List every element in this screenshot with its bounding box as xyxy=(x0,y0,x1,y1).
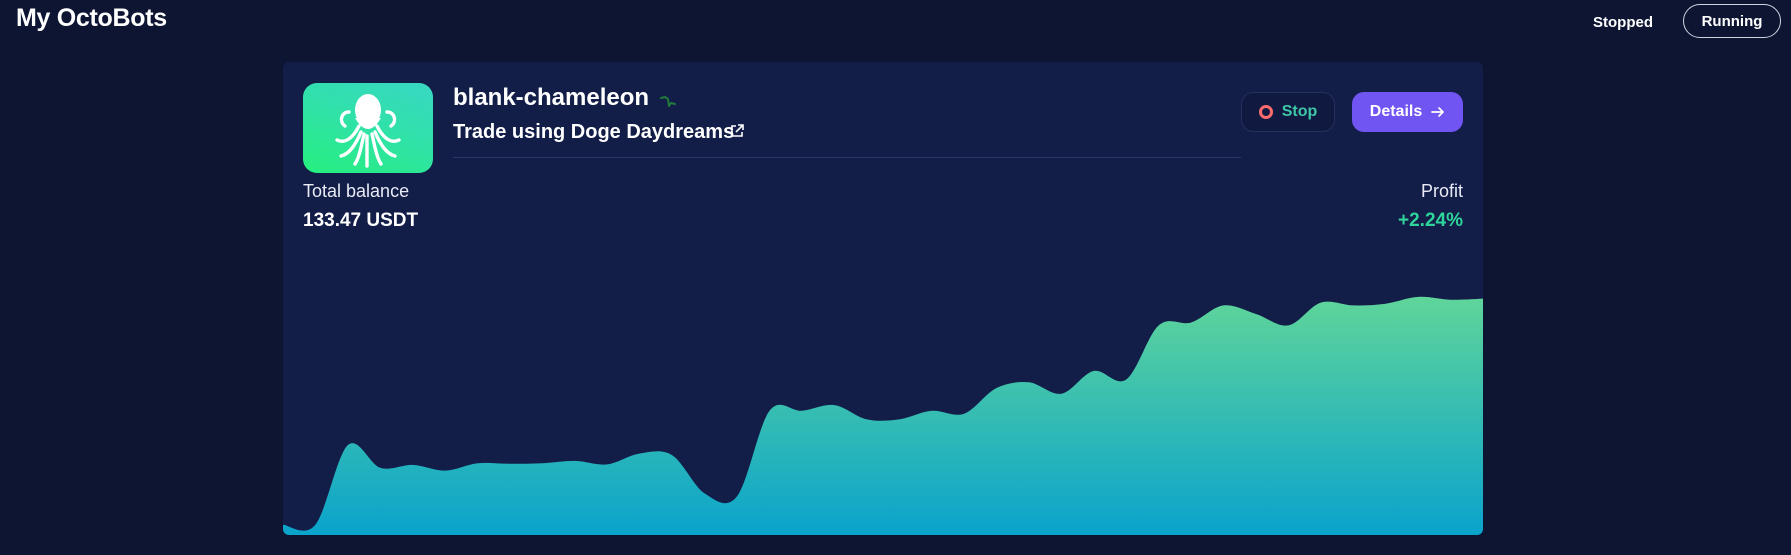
header-divider xyxy=(453,157,1241,158)
profit-value: +2.24% xyxy=(1398,210,1463,231)
strategy-link[interactable]: Trade using Doge Daydreams xyxy=(453,121,734,144)
filter-stopped-button[interactable]: Stopped xyxy=(1566,5,1680,40)
arrow-right-icon xyxy=(1431,107,1445,117)
external-link-icon[interactable] xyxy=(730,124,744,138)
stop-button[interactable]: Stop xyxy=(1241,92,1335,132)
octopus-icon xyxy=(335,94,401,168)
chart-area xyxy=(283,296,1483,535)
filter-running-button[interactable]: Running xyxy=(1683,4,1781,38)
sparkline-icon xyxy=(660,96,676,107)
details-button-label: Details xyxy=(1369,103,1423,120)
total-balance-value: 133.47 USDT xyxy=(303,210,419,231)
page-title: My OctoBots xyxy=(16,4,167,32)
profit-label: Profit xyxy=(1420,181,1463,201)
stop-circle-icon xyxy=(1258,105,1273,119)
bot-card[interactable]: blank-chameleon Trade using Doge Daydrea… xyxy=(283,62,1483,535)
bot-name: blank-chameleon xyxy=(453,84,650,111)
total-balance-label: Total balance xyxy=(303,181,410,201)
details-button[interactable]: Details xyxy=(1352,92,1463,132)
stop-button-label: Stop xyxy=(1281,103,1318,120)
bot-avatar xyxy=(303,83,433,173)
